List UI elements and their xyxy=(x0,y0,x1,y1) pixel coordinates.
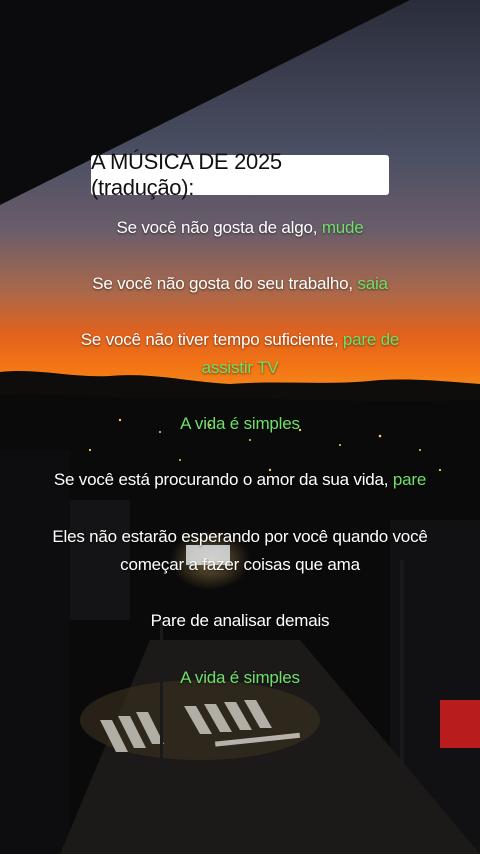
lyric-line-6: Se você está procurando o amor da sua vi… xyxy=(0,466,480,494)
lyric-line-7: Eles não estarão esperando por você quan… xyxy=(0,523,480,551)
lyric-line-1: Se você não gosta de algo, mude xyxy=(0,214,480,242)
lyric-text: Se você não gosta de algo, xyxy=(116,218,322,237)
lyric-text: Se você não gosta do seu trabalho, xyxy=(92,274,358,293)
lyric-text: Eles não estarão esperando por você quan… xyxy=(52,527,428,546)
lyric-highlight: mude xyxy=(321,218,364,237)
lyric-highlight: assistir TV xyxy=(201,358,279,377)
lyric-line-8: começar a fazer coisas que ama xyxy=(0,551,480,579)
lyric-highlight: A vida é simples xyxy=(180,414,300,433)
lyric-line-3: Se você não tiver tempo suficiente, pare… xyxy=(0,326,480,354)
lyric-text: Pare de analisar demais xyxy=(150,611,330,630)
lyric-text: Se você não tiver tempo suficiente, xyxy=(80,330,343,349)
lyric-highlight: saia xyxy=(357,274,388,293)
lyric-highlight: A vida é simples xyxy=(180,668,300,687)
title-text: A MÚSICA DE 2025 (tradução): xyxy=(91,149,282,200)
lyric-text: começar a fazer coisas que ama xyxy=(120,555,360,574)
lyric-line-2: Se você não gosta do seu trabalho, saia xyxy=(0,270,480,298)
title-box: A MÚSICA DE 2025 (tradução): xyxy=(91,149,389,200)
lyric-line-5: A vida é simples xyxy=(0,410,480,438)
lyric-line-10: A vida é simples xyxy=(0,664,480,692)
lyric-highlight: pare xyxy=(392,470,427,489)
lyric-line-9: Pare de analisar demais xyxy=(0,607,480,635)
lyric-highlight: pare de xyxy=(342,330,400,349)
lyric-text: Se você está procurando o amor da sua vi… xyxy=(53,470,393,489)
lyric-line-4: assistir TV xyxy=(0,354,480,382)
